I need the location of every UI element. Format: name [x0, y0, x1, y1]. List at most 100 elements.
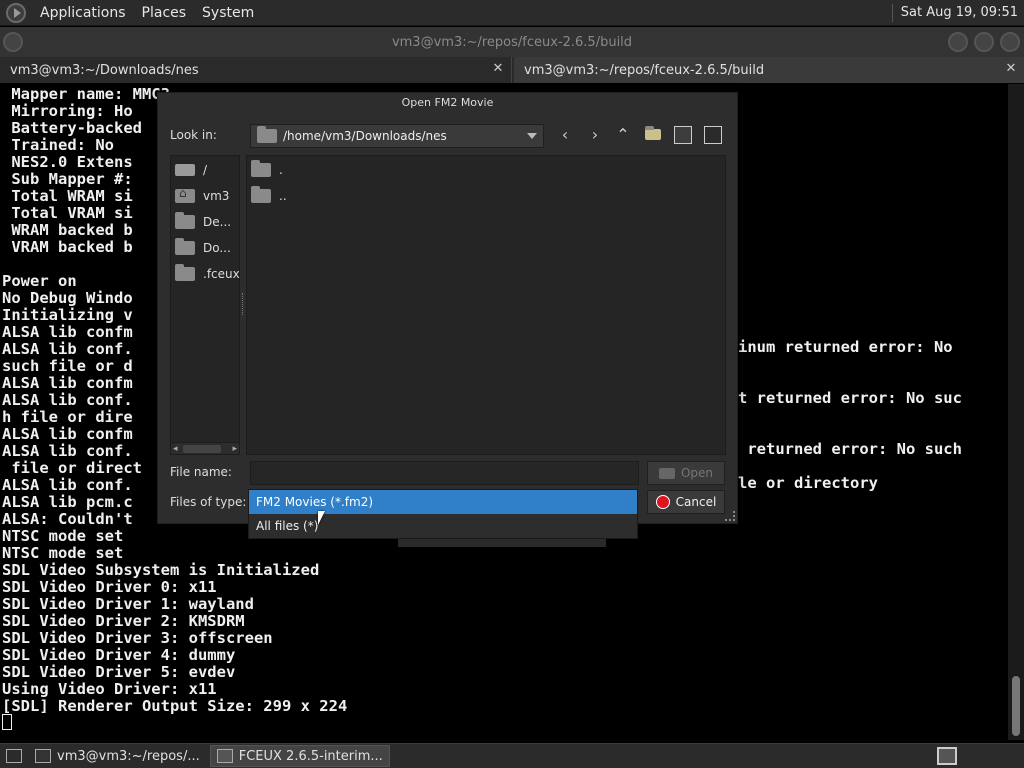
- terminal-line: Mirroring: Ho: [2, 102, 133, 120]
- terminal-line: ALSA lib confm: [2, 323, 133, 341]
- files-of-type-label: Files of type:: [170, 495, 247, 509]
- look-in-combo[interactable]: /home/vm3/Downloads/nes: [250, 124, 544, 148]
- sidebar-scrollbar[interactable]: ◂ ▸: [171, 442, 239, 454]
- sidebar-item-downloads[interactable]: Do...: [175, 237, 241, 259]
- file-name-input[interactable]: [250, 461, 639, 485]
- open-button[interactable]: Open: [647, 461, 725, 485]
- sidebar-item-label: Do...: [203, 241, 231, 255]
- places-menu[interactable]: Places: [134, 0, 195, 26]
- terminal-line: SDL Video Driver 3: offscreen: [2, 629, 273, 647]
- sidebar-item-root[interactable]: /: [175, 159, 241, 181]
- splitter-handle[interactable]: [242, 293, 244, 315]
- terminal-line: Mapper name: MMC3: [2, 85, 170, 103]
- tab-fceux-build[interactable]: vm3@vm3:~/repos/fceux-2.6.5/build ✕: [514, 57, 1024, 83]
- app-menu-logo-icon[interactable]: [6, 2, 26, 23]
- dropdown-option-fm2[interactable]: FM2 Movies (*.fm2): [249, 490, 637, 514]
- terminal-line: Power on: [2, 272, 77, 290]
- new-folder-icon[interactable]: [642, 124, 664, 146]
- terminal-line-fragment: inum returned error: No: [738, 338, 953, 356]
- icon-view-icon[interactable]: [674, 126, 692, 144]
- task-label: FCEUX 2.6.5-interim...: [238, 748, 383, 764]
- folder-icon: [175, 212, 195, 229]
- scrollbar-thumb[interactable]: [1012, 676, 1020, 736]
- folder-icon: [251, 160, 271, 177]
- terminal-line: WRAM backed b: [2, 221, 133, 239]
- chevron-down-icon: [527, 133, 537, 139]
- drive-icon: [175, 164, 195, 176]
- sidebar-item-home[interactable]: vm3: [175, 185, 241, 207]
- look-in-label: Look in:: [170, 128, 217, 142]
- terminal-line: Total WRAM si: [2, 187, 133, 205]
- terminal-cursor: [2, 714, 12, 730]
- cancel-button[interactable]: Cancel: [647, 490, 725, 514]
- task-fceux[interactable]: FCEUX 2.6.5-interim...: [209, 745, 390, 767]
- dropdown-option-all-files[interactable]: All files (*): [249, 514, 637, 538]
- sidebar-item-desktop[interactable]: De...: [175, 211, 241, 233]
- terminal-line: ALSA lib conf.: [2, 476, 133, 494]
- file-name: .: [279, 163, 283, 177]
- folder-icon: [658, 467, 675, 479]
- terminal-line: NTSC mode set: [2, 544, 124, 562]
- terminal-line-fragment: returned error: No such: [738, 440, 962, 458]
- tab-label: vm3@vm3:~/Downloads/nes: [10, 62, 199, 78]
- close-window-icon[interactable]: [1000, 32, 1020, 52]
- places-sidebar: / vm3 De... Do... .fceux ◂ ▸: [170, 155, 240, 455]
- scrollbar-thumb[interactable]: [183, 445, 221, 453]
- parent-directory-icon[interactable]: ⌃: [612, 124, 634, 146]
- maximize-icon[interactable]: [974, 32, 994, 52]
- cancel-button-label: Cancel: [675, 495, 717, 509]
- list-item[interactable]: ..: [251, 185, 287, 207]
- terminal-line: VRAM backed b: [2, 238, 133, 256]
- panel-separator: [891, 3, 893, 22]
- window-title: vm3@vm3:~/repos/fceux-2.6.5/build: [391, 34, 633, 50]
- sidebar-item-label: .fceux: [203, 267, 240, 281]
- scroll-right-icon[interactable]: ▸: [232, 444, 237, 454]
- minimize-icon[interactable]: [948, 32, 968, 52]
- tab-downloads-nes[interactable]: vm3@vm3:~/Downloads/nes ✕: [0, 57, 512, 83]
- tab-close-icon[interactable]: ✕: [491, 62, 505, 76]
- terminal-line: SDL Video Driver 2: KMSDRM: [2, 612, 245, 630]
- back-arrow-icon[interactable]: ‹: [554, 124, 576, 146]
- tab-close-icon[interactable]: ✕: [1004, 62, 1018, 76]
- applications-menu[interactable]: Applications: [32, 0, 134, 26]
- terminal-line: No Debug Windo: [2, 289, 133, 307]
- clock[interactable]: Sat Aug 19, 09:51: [901, 5, 1024, 20]
- show-desktop-icon[interactable]: [6, 749, 22, 763]
- terminal-line: ALSA lib conf.: [2, 442, 133, 460]
- terminal-scrollbar[interactable]: [1008, 84, 1024, 740]
- terminal-line: SDL Video Driver 1: wayland: [2, 595, 254, 613]
- terminal-line: NES2.0 Extens: [2, 153, 133, 171]
- window-menu-icon[interactable]: [3, 32, 23, 52]
- open-movie-dialog: Open FM2 Movie Look in: /home/vm3/Downlo…: [157, 92, 738, 524]
- files-of-type-dropdown[interactable]: FM2 Movies (*.fm2) All files (*): [248, 489, 638, 539]
- resize-grip-icon[interactable]: [725, 511, 735, 521]
- terminal-line: [SDL] Renderer Output Size: 299 x 224: [2, 697, 348, 715]
- sidebar-item-fceux[interactable]: .fceux: [175, 263, 241, 285]
- scroll-left-icon[interactable]: ◂: [173, 444, 178, 454]
- folder-icon: [175, 238, 195, 255]
- sidebar-item-label: De...: [203, 215, 232, 229]
- terminal-line: SDL Video Driver 5: evdev: [2, 663, 236, 681]
- system-menu[interactable]: System: [194, 0, 262, 26]
- file-list[interactable]: . ..: [246, 155, 726, 455]
- terminal-titlebar[interactable]: vm3@vm3:~/repos/fceux-2.6.5/build: [0, 27, 1024, 57]
- sidebar-item-label: /: [203, 163, 208, 177]
- workspace-switcher[interactable]: [937, 747, 957, 765]
- terminal-line: NTSC mode set: [2, 527, 124, 545]
- terminal-tabs: vm3@vm3:~/Downloads/nes ✕ vm3@vm3:~/repo…: [0, 57, 1024, 83]
- terminal-line: Battery-backed: [2, 119, 142, 137]
- terminal-line: Sub Mapper #:: [2, 170, 133, 188]
- tab-label: vm3@vm3:~/repos/fceux-2.6.5/build: [524, 62, 765, 78]
- terminal-line: such file or d: [2, 357, 133, 375]
- forward-arrow-icon[interactable]: ›: [584, 124, 606, 146]
- folder-icon: [175, 264, 195, 281]
- terminal-line: ALSA lib conf.: [2, 340, 133, 358]
- terminal-line: h file or dire: [2, 408, 133, 426]
- bottom-taskbar: vm3@vm3:~/repos/... FCEUX 2.6.5-interim.…: [0, 743, 1024, 768]
- task-terminal[interactable]: vm3@vm3:~/repos/...: [28, 745, 207, 767]
- terminal-line: SDL Video Driver 4: dummy: [2, 646, 236, 664]
- detail-view-icon[interactable]: [704, 126, 722, 144]
- terminal-line: Total VRAM si: [2, 204, 133, 222]
- list-item[interactable]: .: [251, 159, 283, 181]
- dialog-title[interactable]: Open FM2 Movie: [158, 93, 737, 113]
